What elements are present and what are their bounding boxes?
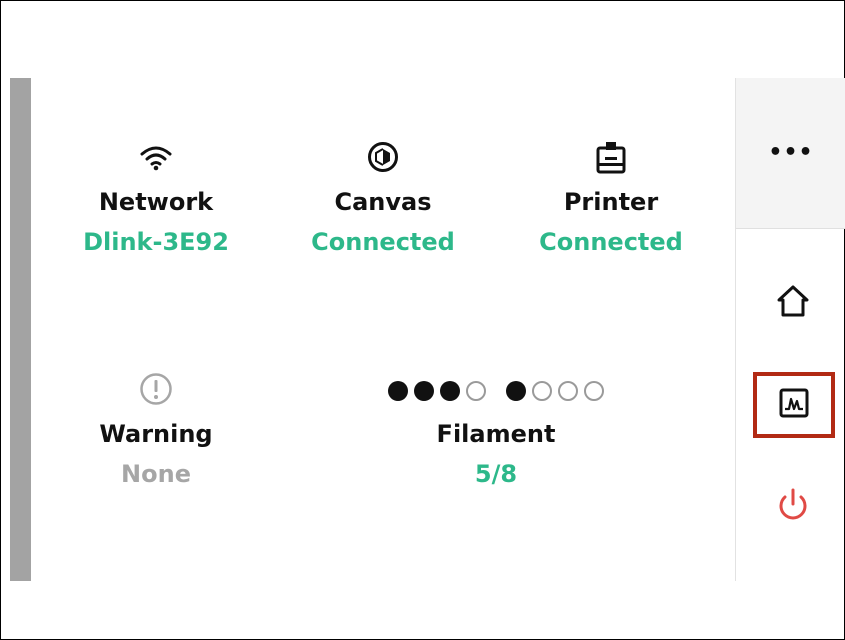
warning-value: None: [121, 460, 191, 488]
filament-slot-3: [440, 381, 460, 401]
canvas-label: Canvas: [334, 188, 432, 216]
printer-status: Printer Connected: [501, 141, 721, 257]
app-frame: Network Dlink-3E92 Canvas Connected Prin…: [0, 0, 845, 640]
warning-label: Warning: [99, 420, 213, 448]
home-button[interactable]: [753, 275, 833, 331]
filament-label: Filament: [436, 420, 556, 448]
filament-slot-1: [388, 381, 408, 401]
network-label: Network: [98, 188, 214, 216]
activity-button[interactable]: [753, 372, 835, 438]
printer-value: Connected: [539, 228, 683, 256]
power-icon: [776, 487, 810, 527]
canvas-value: Connected: [311, 228, 455, 256]
filament-value: 5/8: [474, 460, 518, 488]
filament-slot-2: [414, 381, 434, 401]
canvas-cube-icon: [367, 141, 399, 177]
canvas-status: Canvas Connected: [273, 141, 493, 257]
activity-chart-icon: [778, 387, 810, 423]
filament-slot-7: [558, 381, 578, 401]
sidebar-top: •••: [736, 78, 845, 229]
wifi-icon: [139, 142, 173, 176]
filament-slot-6: [532, 381, 552, 401]
network-status: Network Dlink-3E92: [46, 141, 266, 257]
power-button[interactable]: [753, 479, 833, 535]
more-options-button[interactable]: •••: [736, 136, 845, 168]
home-icon: [775, 283, 811, 323]
filament-slot-4: [466, 381, 486, 401]
filament-slots: [346, 373, 646, 409]
warning-circle-icon: [139, 372, 173, 410]
warning-status: Warning None: [46, 373, 266, 489]
printer-icon: [595, 140, 627, 178]
filament-status: Filament 5/8: [346, 373, 646, 489]
printer-label: Printer: [563, 188, 659, 216]
network-value: Dlink-3E92: [83, 228, 229, 256]
left-accent-bar: [10, 78, 31, 581]
filament-slot-8: [584, 381, 604, 401]
filament-slot-5: [506, 381, 526, 401]
